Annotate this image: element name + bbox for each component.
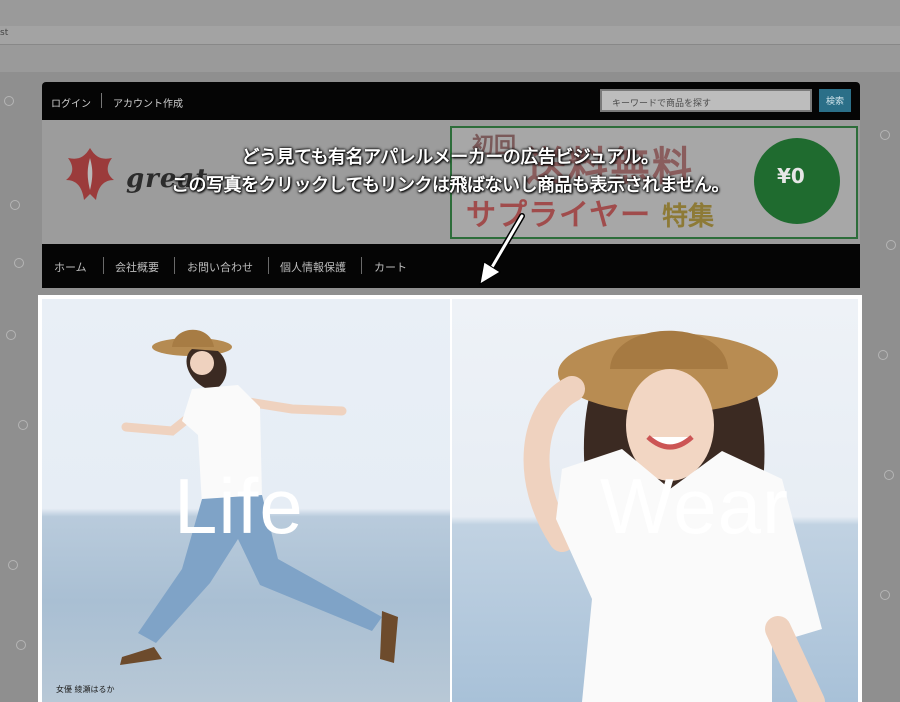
main-navigation: ホーム 会社概要 お問い合わせ 個人情報保護 カート [42,244,860,288]
annotation-arrow-icon [479,213,525,285]
create-account-link[interactable]: アカウント作成 [113,95,183,110]
nav-item-contact[interactable]: お問い合わせ [187,259,253,275]
annotation-overlay: どう見ても有名アパレルメーカーの広告ビジュアル。 この写真をクリックしてもリンク… [0,144,900,200]
nav-divider [103,257,104,274]
hero-word-life: Life [174,462,304,550]
topbar-divider [101,93,102,108]
hero-panel-life: Life 女優 綾瀬はるか [42,299,450,702]
promo-feature: 特集 [662,202,715,232]
hero-panel-wear: Wear [452,299,858,702]
login-link[interactable]: ログイン [51,95,91,110]
nav-item-privacy[interactable]: 個人情報保護 [280,259,346,275]
annotation-line-1: どう見ても有名アパレルメーカーの広告ビジュアル。 [241,147,659,168]
browser-tab-strip[interactable]: st [0,26,900,45]
hero-word-wear: Wear [600,462,789,550]
browser-chrome: st [0,0,900,72]
nav-divider [268,257,269,274]
nav-item-company[interactable]: 会社概要 [115,259,159,275]
nav-item-home[interactable]: ホーム [54,259,87,275]
annotation-line-2: この写真をクリックしてもリンクは飛ばないし商品も表示されません。 [170,175,730,196]
hero-ad-visual[interactable]: Life 女優 綾瀬はるか Wear [38,295,862,702]
hero-caption: 女優 綾瀬はるか [56,685,115,694]
nav-item-cart[interactable]: カート [374,259,407,275]
search-input[interactable] [602,94,810,114]
search-box [600,89,812,114]
top-account-bar: ログイン アカウント作成 検索 [42,82,860,120]
search-button[interactable]: 検索 [819,89,851,112]
nav-divider [174,257,175,274]
browser-tab-label: st [0,28,9,38]
nav-divider [361,257,362,274]
